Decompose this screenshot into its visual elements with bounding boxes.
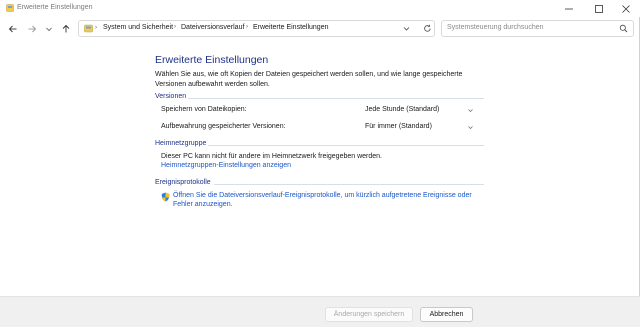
forward-button[interactable] [26,23,38,35]
address-dropdown-button[interactable] [402,24,411,35]
chevron-down-icon [467,124,474,133]
page-title: Erweiterte Einstellungen [155,54,269,66]
save-frequency-select[interactable]: Jede Stunde (Standard) [361,104,476,115]
control-panel-icon [6,4,14,12]
retention-label: Aufbewahrung gespeicherter Versionen: [161,123,286,130]
arrow-up-icon [62,24,70,33]
address-bar[interactable]: › System und Sicherheit › Dateiversionsv… [78,20,435,37]
maximize-button[interactable] [585,0,613,17]
search-box[interactable]: Systemsteuerung durchsuchen [441,20,634,37]
chevron-down-icon [403,27,410,31]
arrow-right-icon [28,25,37,33]
homegroup-settings-link[interactable]: Heimnetzgruppen-Einstellungen anzeigen [161,162,291,169]
window: Erweiterte Einstellungen › System und Si… [0,0,640,327]
close-icon [622,4,630,13]
save-changes-button[interactable]: Änderungen speichern [325,307,413,322]
maximize-icon [595,4,603,13]
page-intro: Wählen Sie aus, wie oft Kopien der Datei… [155,71,463,88]
save-frequency-label: Speichern von Dateikopien: [161,106,247,113]
title-bar: Erweiterte Einstellungen [0,0,640,17]
recent-locations-button[interactable] [43,23,55,35]
minimize-button[interactable] [555,0,583,17]
chevron-right-icon: › [246,24,248,30]
refresh-button[interactable] [423,24,432,35]
section-divider [188,98,484,99]
chevron-right-icon: › [174,24,176,30]
event-logs-link[interactable]: Öffnen Sie die Dateiversionsverlauf-Erei… [173,192,472,199]
up-button[interactable] [60,23,72,35]
breadcrumb-system-security[interactable]: System und Sicherheit [103,24,173,31]
cancel-button[interactable]: Abbrechen [420,307,473,322]
event-logs-link-continued[interactable]: Fehler anzuzeigen. [173,201,233,208]
search-icon[interactable] [619,24,628,35]
retention-value: Für immer (Standard) [365,123,432,130]
close-button[interactable] [612,0,640,17]
section-divider [214,184,484,185]
retention-select[interactable]: Für immer (Standard) [361,121,476,132]
refresh-icon [424,24,431,32]
chevron-down-icon [46,27,52,32]
control-panel-icon [84,24,93,35]
event-logs-heading: Ereignisprotokolle [155,179,211,186]
uac-shield-icon [161,192,170,204]
breadcrumb-file-history[interactable]: Dateiversionsverlauf [181,24,244,31]
search-placeholder: Systemsteuerung durchsuchen [447,24,544,31]
homegroup-text: Dieser PC kann nicht für andere im Heimn… [161,153,382,160]
footer-bar: Änderungen speichern Abbrechen [0,296,640,327]
main-content: Erweiterte Einstellungen Wählen Sie aus,… [0,41,640,296]
homegroup-heading: Heimnetzgruppe [155,140,207,147]
arrow-left-icon [8,25,17,33]
breadcrumb-advanced-settings[interactable]: Erweiterte Einstellungen [253,24,329,31]
minimize-icon [565,8,573,9]
chevron-down-icon [467,107,474,116]
navigation-bar: › System und Sicherheit › Dateiversionsv… [0,17,640,41]
versions-heading: Versionen [155,93,187,100]
chevron-right-icon: › [95,25,97,31]
save-frequency-value: Jede Stunde (Standard) [365,106,440,113]
back-button[interactable] [7,23,19,35]
section-divider [208,145,484,146]
window-title: Erweiterte Einstellungen [17,4,93,11]
